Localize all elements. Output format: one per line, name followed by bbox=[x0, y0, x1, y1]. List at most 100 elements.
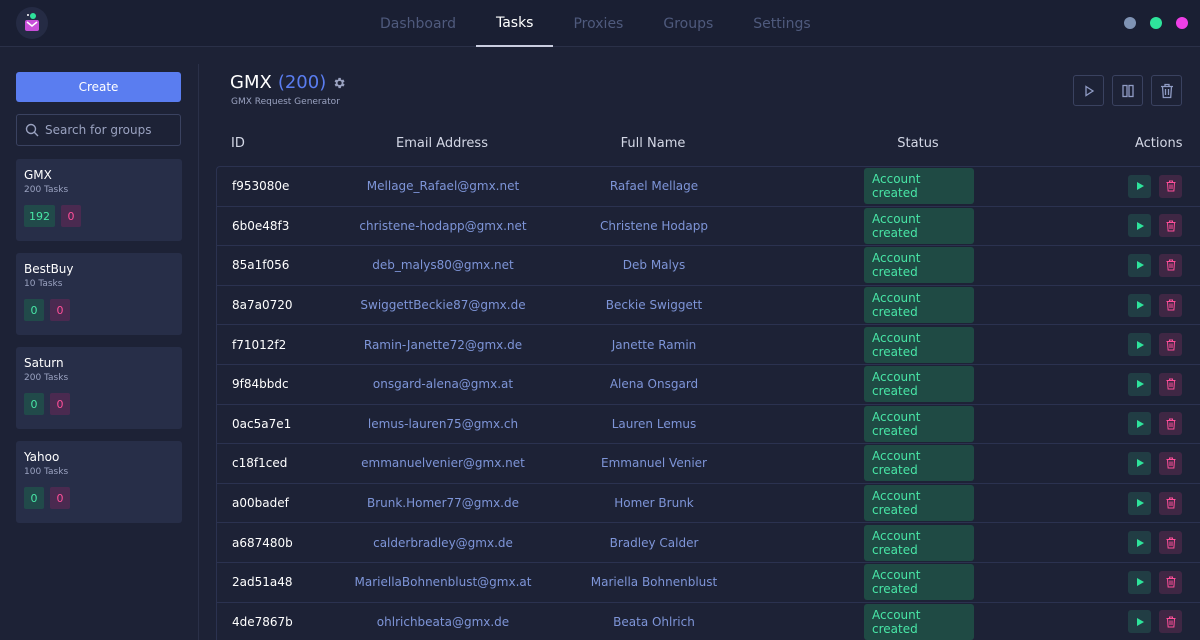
table-row[interactable]: 6b0e48f3 christene-hodapp@gmx.net Christen… bbox=[216, 205, 1200, 246]
trash-icon bbox=[1166, 259, 1175, 271]
delete-all-button[interactable] bbox=[1151, 75, 1182, 106]
play-icon bbox=[1084, 84, 1094, 97]
group-search[interactable] bbox=[16, 114, 181, 146]
start-task-button[interactable] bbox=[1128, 174, 1151, 198]
table-row[interactable]: a00badef Brunk.Homer77@gmx.de Homer Brunk A… bbox=[216, 482, 1200, 523]
table-row[interactable]: 2ad51a48 MariellaBohnenblust@gmx.at Mariel… bbox=[216, 561, 1200, 602]
start-all-button[interactable] bbox=[1073, 75, 1104, 106]
task-status-cell: Account created bbox=[864, 325, 974, 364]
status-badge: Account created bbox=[864, 524, 974, 561]
window-dot-gray[interactable] bbox=[1124, 17, 1136, 29]
group-card-gmx[interactable]: GMX 200 Tasks 192 0 bbox=[16, 159, 182, 241]
task-actions bbox=[1128, 563, 1182, 602]
task-email: Ramin-Janette72@gmx.de bbox=[363, 337, 523, 352]
status-badge: Account created bbox=[864, 564, 974, 601]
start-task-button[interactable] bbox=[1128, 333, 1151, 357]
trash-icon bbox=[1166, 537, 1175, 549]
group-task-count: 200 Tasks bbox=[24, 185, 69, 195]
table-row[interactable]: 8a7a0720 SwiggettBeckie87@gmx.de Beckie Sw… bbox=[216, 284, 1200, 325]
failed-count-badge: 0 bbox=[50, 487, 70, 509]
delete-task-button[interactable] bbox=[1159, 610, 1182, 634]
task-status-cell: Account created bbox=[864, 523, 974, 562]
start-task-button[interactable] bbox=[1128, 570, 1151, 594]
table-row[interactable]: c18f1ced emmanuelvenier@gmx.net Emmanuel V… bbox=[216, 443, 1200, 483]
start-task-button[interactable] bbox=[1128, 610, 1151, 634]
delete-task-button[interactable] bbox=[1159, 174, 1182, 198]
trash-icon bbox=[1166, 378, 1175, 390]
start-task-button[interactable] bbox=[1128, 412, 1151, 436]
table-row[interactable]: f71012f2 Ramin-Janette72@gmx.de Janette Ra… bbox=[216, 324, 1200, 364]
delete-task-button[interactable] bbox=[1159, 293, 1182, 317]
group-task-count: 100 Tasks bbox=[24, 467, 69, 477]
table-row[interactable]: 0ac5a7e1 lemus-lauren75@gmx.ch Lauren Lemu… bbox=[216, 403, 1200, 444]
start-task-button[interactable] bbox=[1128, 253, 1151, 277]
table-row[interactable]: 4de7867b ohlrichbeata@gmx.de Beata Ohlrich… bbox=[216, 601, 1200, 640]
task-full-name: Christene Hodapp bbox=[600, 218, 708, 233]
main-nav: Dashboard Tasks Proxies Groups Settings bbox=[360, 0, 831, 47]
start-task-button[interactable] bbox=[1128, 214, 1151, 238]
start-task-button[interactable] bbox=[1128, 531, 1151, 555]
task-full-name: Deb Malys bbox=[622, 258, 686, 273]
window-dot-green[interactable] bbox=[1150, 17, 1162, 29]
start-task-button[interactable] bbox=[1128, 372, 1151, 396]
table-row[interactable]: 85a1f056 deb_malys80@gmx.net Deb Malys Acco… bbox=[216, 245, 1200, 285]
app-logo[interactable] bbox=[16, 7, 48, 39]
task-status-cell: Account created bbox=[864, 444, 974, 483]
status-badge: Account created bbox=[864, 287, 974, 324]
delete-task-button[interactable] bbox=[1159, 451, 1182, 475]
create-button[interactable]: Create bbox=[16, 72, 181, 102]
trash-icon bbox=[1166, 497, 1175, 509]
task-full-name: Beckie Swiggett bbox=[605, 298, 703, 313]
play-icon bbox=[1136, 617, 1144, 626]
status-badge: Account created bbox=[864, 207, 974, 244]
tab-tasks[interactable]: Tasks bbox=[475, 0, 554, 47]
play-icon bbox=[1136, 538, 1144, 547]
column-header-name: Full Name bbox=[620, 136, 686, 151]
delete-task-button[interactable] bbox=[1159, 531, 1182, 555]
delete-task-button[interactable] bbox=[1159, 214, 1182, 238]
table-row[interactable]: 9f84bbdc onsgard-alena@gmx.at Alena Onsgar… bbox=[216, 363, 1200, 404]
group-subtitle: GMX Request Generator bbox=[231, 97, 340, 107]
tab-dashboard[interactable]: Dashboard bbox=[360, 0, 476, 47]
table-header: ID Email Address Full Name Status Action… bbox=[216, 136, 1200, 158]
delete-task-button[interactable] bbox=[1159, 412, 1182, 436]
task-actions bbox=[1128, 286, 1182, 325]
task-status-cell: Account created bbox=[864, 603, 974, 640]
start-task-button[interactable] bbox=[1128, 293, 1151, 317]
trash-icon bbox=[1160, 83, 1173, 98]
delete-task-button[interactable] bbox=[1159, 372, 1182, 396]
group-card-saturn[interactable]: Saturn 200 Tasks 0 0 bbox=[16, 347, 182, 429]
failed-count-badge: 0 bbox=[50, 299, 70, 321]
task-status-cell: Account created bbox=[864, 286, 974, 325]
play-icon bbox=[1136, 380, 1144, 389]
gear-icon[interactable] bbox=[332, 76, 346, 90]
delete-task-button[interactable] bbox=[1159, 491, 1182, 515]
group-name: Yahoo bbox=[24, 450, 60, 464]
delete-task-button[interactable] bbox=[1159, 570, 1182, 594]
task-id: f953080e bbox=[232, 179, 290, 194]
window-dot-pink[interactable] bbox=[1176, 17, 1188, 29]
task-id: a687480b bbox=[232, 535, 293, 550]
trash-icon bbox=[1166, 299, 1175, 311]
delete-task-button[interactable] bbox=[1159, 333, 1182, 357]
start-task-button[interactable] bbox=[1128, 451, 1151, 475]
group-card-yahoo[interactable]: Yahoo 100 Tasks 0 0 bbox=[16, 441, 182, 523]
search-input[interactable] bbox=[45, 123, 165, 137]
delete-task-button[interactable] bbox=[1159, 253, 1182, 277]
status-badge: Account created bbox=[864, 366, 974, 403]
group-title-name: GMX bbox=[230, 72, 272, 93]
table-row[interactable]: a687480b calderbradley@gmx.de Bradley Cald… bbox=[216, 522, 1200, 562]
group-card-bestbuy[interactable]: BestBuy 10 Tasks 0 0 bbox=[16, 253, 182, 335]
group-actions bbox=[1073, 75, 1182, 106]
column-header-actions: Actions bbox=[1135, 136, 1183, 151]
tab-proxies[interactable]: Proxies bbox=[553, 0, 643, 47]
tab-groups[interactable]: Groups bbox=[643, 0, 733, 47]
task-actions bbox=[1128, 246, 1182, 285]
pause-all-button[interactable] bbox=[1112, 75, 1143, 106]
tab-settings[interactable]: Settings bbox=[733, 0, 830, 47]
start-task-button[interactable] bbox=[1128, 491, 1151, 515]
failed-count-badge: 0 bbox=[50, 393, 70, 415]
task-actions bbox=[1128, 167, 1182, 206]
table-row[interactable]: f953080e Mellage_Rafael@gmx.net Rafael Mel… bbox=[216, 166, 1200, 206]
column-header-id: ID bbox=[231, 136, 245, 151]
